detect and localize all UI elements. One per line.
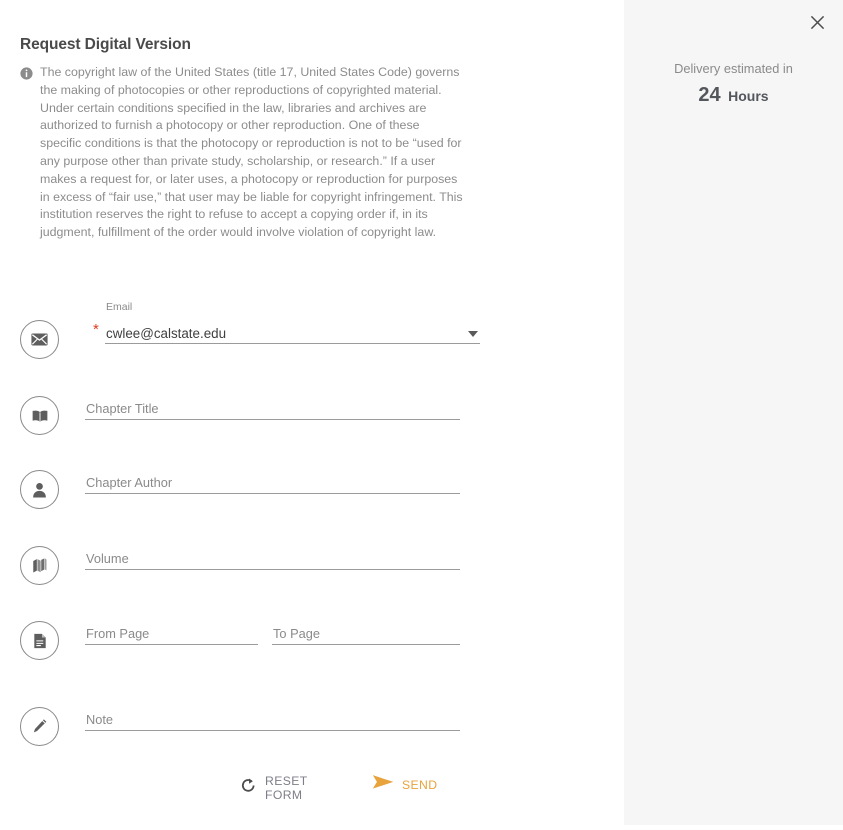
- send-label: SEND: [402, 777, 438, 792]
- pencil-icon: [20, 707, 59, 746]
- email-field-body: * Email cwlee@calstate.edu: [93, 301, 480, 344]
- field-row-chapter-author: Chapter Author: [20, 470, 480, 526]
- note-field-body: Note: [85, 707, 460, 731]
- volume-placeholder: Volume: [86, 551, 129, 566]
- email-label: Email: [106, 301, 133, 313]
- volume-input[interactable]: Volume: [85, 546, 460, 570]
- chapter-title-input[interactable]: Chapter Title: [85, 396, 460, 420]
- close-button[interactable]: [804, 9, 830, 35]
- close-icon: [810, 15, 824, 29]
- reset-form-button[interactable]: RESET FORM: [240, 774, 307, 802]
- field-row-email: * Email cwlee@calstate.edu: [20, 301, 480, 376]
- reset-form-label: RESET FORM: [265, 774, 308, 802]
- chapter-author-input[interactable]: Chapter Author: [85, 470, 460, 494]
- volume-field-body: Volume: [85, 546, 460, 570]
- page-title: Request Digital Version: [20, 36, 191, 53]
- field-row-volume: Volume: [20, 546, 480, 602]
- field-row-note: Note: [20, 707, 480, 763]
- chevron-down-icon[interactable]: [468, 331, 478, 337]
- envelope-icon: [20, 320, 59, 359]
- to-page-input[interactable]: To Page: [272, 621, 460, 645]
- chapter-author-field-body: Chapter Author: [85, 470, 460, 494]
- document-icon: [20, 621, 59, 660]
- from-page-input[interactable]: From Page: [85, 621, 258, 645]
- request-digital-version-form: Request Digital Version The copyright la…: [0, 0, 624, 830]
- email-input[interactable]: * Email cwlee@calstate.edu: [93, 301, 480, 344]
- send-button[interactable]: SEND: [372, 774, 437, 795]
- delivery-estimate-label: Delivery estimated in: [674, 61, 793, 76]
- delivery-estimate-panel: Delivery estimated in 24 Hours: [624, 0, 843, 825]
- book-open-icon: [20, 396, 59, 435]
- delivery-estimate-unit: Hours: [728, 88, 769, 104]
- note-placeholder: Note: [86, 712, 114, 727]
- field-row-chapter-title: Chapter Title: [20, 396, 480, 452]
- refresh-icon: [240, 777, 257, 799]
- email-value: cwlee@calstate.edu: [106, 326, 227, 341]
- chapter-author-placeholder: Chapter Author: [86, 475, 173, 490]
- info-icon: [20, 67, 33, 80]
- person-icon: [20, 470, 59, 509]
- to-page-placeholder: To Page: [273, 626, 320, 641]
- chapter-title-field-body: Chapter Title: [85, 396, 460, 420]
- delivery-estimate-number: 24: [698, 84, 721, 106]
- note-input[interactable]: Note: [85, 707, 460, 731]
- from-page-placeholder: From Page: [86, 626, 150, 641]
- chapter-title-placeholder: Chapter Title: [86, 401, 159, 416]
- delivery-estimate-value-row: 24 Hours: [624, 84, 843, 107]
- field-row-pages: From Page To Page: [20, 621, 480, 677]
- books-stack-icon: [20, 546, 59, 585]
- copyright-notice-text: The copyright law of the United States (…: [40, 65, 463, 240]
- required-asterisk: *: [93, 321, 99, 338]
- copyright-notice: The copyright law of the United States (…: [20, 64, 463, 242]
- send-plane-icon: [372, 774, 394, 795]
